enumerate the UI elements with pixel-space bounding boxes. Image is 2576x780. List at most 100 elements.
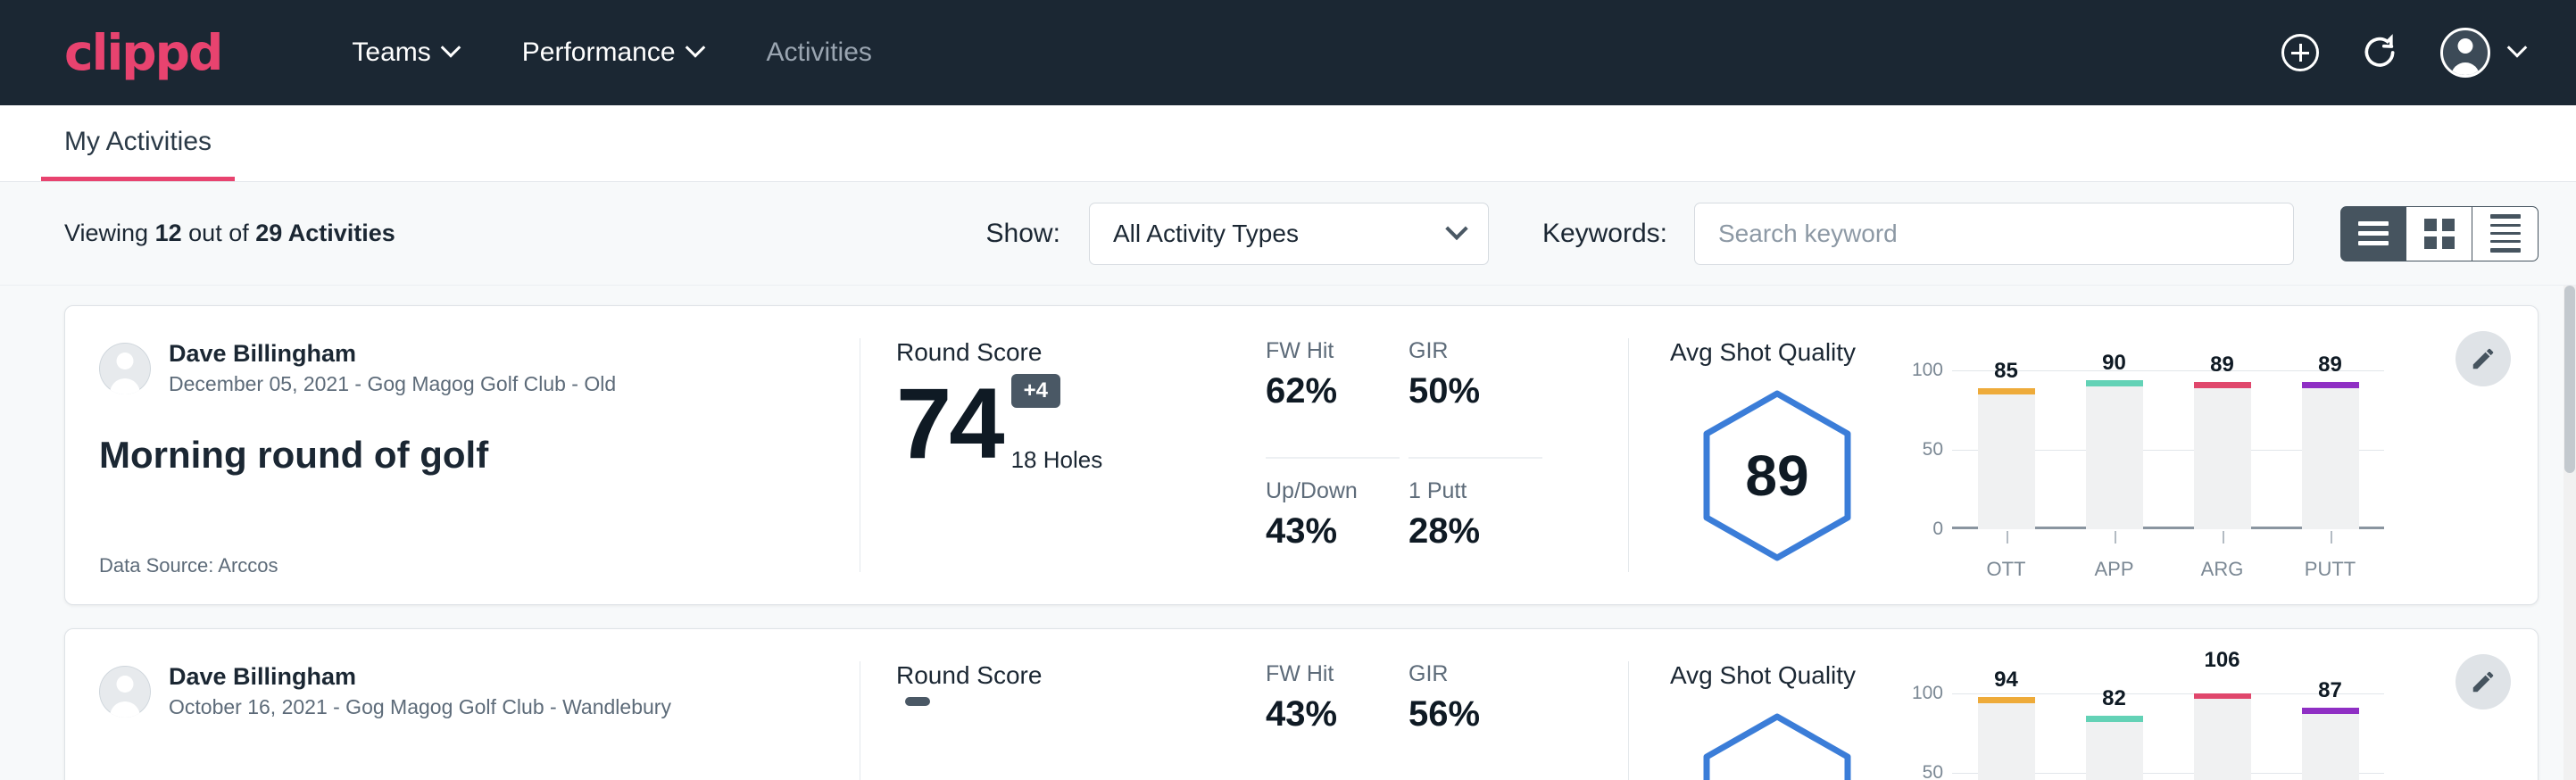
account-avatar-icon[interactable] xyxy=(2440,28,2490,78)
refresh-icon[interactable] xyxy=(2360,33,2399,72)
stat-fw-hit: FW Hit 62% xyxy=(1266,338,1400,459)
view-mode-grid-button[interactable] xyxy=(2406,206,2472,261)
activity-title: Morning round of golf xyxy=(99,434,824,477)
stat-value: 28% xyxy=(1408,511,1525,552)
page-scrollbar[interactable] xyxy=(2564,286,2576,780)
round-score-value-row: 74 +4 18 Holes xyxy=(896,374,1253,474)
bar-body xyxy=(2086,386,2143,529)
quality-score-value xyxy=(1699,711,1856,780)
bar-body xyxy=(2302,714,2359,780)
scrollbar-thumb[interactable] xyxy=(2564,286,2575,473)
compact-icon-line xyxy=(2490,248,2521,253)
activity-author: Dave Billingham October 16, 2021 - Gog M… xyxy=(99,663,824,719)
list-icon-line xyxy=(2358,231,2389,236)
round-stats-grid: FW Hit 43% GIR 56% Up/Down 1 Putt xyxy=(1266,661,1542,780)
chevron-down-icon xyxy=(440,37,461,58)
chart-bar-putt: 89 xyxy=(2302,370,2359,529)
avg-shot-quality-body: 100 50 0 94 xyxy=(1670,693,2502,780)
bar-value-label: 89 xyxy=(2194,353,2251,378)
bar-cap xyxy=(1978,388,2035,394)
bar-body xyxy=(2194,388,2251,529)
chart-bars: 85 90 xyxy=(1952,370,2384,529)
bar-cap xyxy=(1978,697,2035,703)
stat-value: 43% xyxy=(1266,694,1382,734)
round-score-side xyxy=(896,697,930,780)
view-mode-compact-button[interactable] xyxy=(2472,206,2539,261)
view-mode-list-button[interactable] xyxy=(2340,206,2406,261)
filter-controls: Show: All Activity Types Keywords: xyxy=(986,203,2539,265)
compact-icon-line xyxy=(2490,232,2521,235)
stat-value: 62% xyxy=(1266,371,1382,411)
pencil-icon xyxy=(2470,668,2497,695)
round-score-label: Round Score xyxy=(896,661,1253,690)
holes-count: 18 Holes xyxy=(1011,446,1103,474)
chart-plot-area: 85 90 xyxy=(1952,370,2384,529)
stat-up-down: Up/Down 43% xyxy=(1266,459,1400,577)
avatar-head xyxy=(117,676,134,693)
nav-item-activities[interactable]: Activities xyxy=(735,37,904,68)
edit-activity-button[interactable] xyxy=(2456,654,2511,709)
chart-bars: 94 82 xyxy=(1952,693,2384,780)
activities-list: Dave Billingham December 05, 2021 - Gog … xyxy=(0,286,2576,780)
chevron-down-icon[interactable] xyxy=(2507,37,2528,58)
viewing-total: 29 Activities xyxy=(255,220,395,246)
activity-author: Dave Billingham December 05, 2021 - Gog … xyxy=(99,340,824,396)
chart-bar-putt: 87 xyxy=(2302,693,2359,780)
tab-my-activities-label: My Activities xyxy=(64,127,212,156)
quality-hexagon-wrap: 89 xyxy=(1670,388,1884,563)
viewing-count-text: Viewing 12 out of 29 Activities xyxy=(64,220,395,247)
nav-item-performance[interactable]: Performance xyxy=(490,37,735,68)
activity-type-select-value: All Activity Types xyxy=(1113,220,1299,248)
nav-item-teams[interactable]: Teams xyxy=(320,37,489,68)
activity-type-select[interactable]: All Activity Types xyxy=(1089,203,1489,265)
viewing-middle: out of xyxy=(188,220,249,246)
chart-bar-app: 90 xyxy=(2086,370,2143,529)
chart-bar-ott: 85 xyxy=(1978,370,2035,529)
x-tick-label: ARG xyxy=(2194,558,2251,581)
show-label: Show: xyxy=(986,219,1060,249)
chart-y-axis: 100 50 0 xyxy=(1904,370,1952,529)
list-icon-line xyxy=(2358,221,2389,226)
bar-cap xyxy=(2086,716,2143,722)
chevron-down-icon xyxy=(1445,217,1467,239)
stat-label: FW Hit xyxy=(1266,338,1382,364)
round-score-side: +4 18 Holes xyxy=(1002,374,1103,474)
stat-value: 50% xyxy=(1408,371,1525,411)
bar-body xyxy=(2302,388,2359,529)
nav-right-actions xyxy=(2281,28,2524,78)
activity-date-venue: December 05, 2021 - Gog Magog Golf Club … xyxy=(169,372,616,396)
quality-hexagon xyxy=(1699,711,1856,780)
viewing-prefix: Viewing xyxy=(64,220,148,246)
stat-gir: GIR 50% xyxy=(1408,338,1542,459)
avatar-body xyxy=(2451,62,2480,78)
quality-hexagon: 89 xyxy=(1699,388,1856,563)
activity-date-venue: October 16, 2021 - Gog Magog Golf Club -… xyxy=(169,695,671,719)
bar-cap xyxy=(2086,380,2143,386)
avatar xyxy=(99,666,151,718)
bar-body xyxy=(2086,722,2143,780)
tab-my-activities[interactable]: My Activities xyxy=(41,127,235,181)
search-input[interactable] xyxy=(1694,203,2294,265)
plus-circle-icon[interactable] xyxy=(2281,34,2319,71)
round-score-label: Round Score xyxy=(896,338,1253,367)
nav-item-activities-label: Activities xyxy=(767,37,872,68)
avg-shot-quality-column: Avg Shot Quality 100 50 0 xyxy=(1629,629,2538,780)
y-tick-label: 50 xyxy=(1923,439,1943,461)
bar-value-label: 82 xyxy=(2086,686,2143,711)
author-name: Dave Billingham xyxy=(169,340,616,368)
activity-card[interactable]: Dave Billingham December 05, 2021 - Gog … xyxy=(64,305,2539,605)
avg-shot-quality-column: Avg Shot Quality 89 100 50 0 xyxy=(1629,306,2538,604)
chart-bar-arg: 89 xyxy=(2194,370,2251,529)
bar-body xyxy=(2194,699,2251,780)
x-tick-label: PUTT xyxy=(2302,558,2359,581)
activity-card[interactable]: Dave Billingham October 16, 2021 - Gog M… xyxy=(64,628,2539,780)
round-score-value-row xyxy=(896,697,1253,780)
status-badge: +4 xyxy=(1011,374,1060,408)
chart-y-axis: 100 50 0 xyxy=(1904,693,1952,780)
stat-label: GIR xyxy=(1408,338,1525,364)
author-text: Dave Billingham October 16, 2021 - Gog M… xyxy=(169,663,671,719)
app-logo[interactable]: clippd xyxy=(64,29,221,78)
avg-shot-quality-body: 89 100 50 0 xyxy=(1670,370,2502,581)
bar-body xyxy=(1978,703,2035,780)
edit-activity-button[interactable] xyxy=(2456,331,2511,386)
